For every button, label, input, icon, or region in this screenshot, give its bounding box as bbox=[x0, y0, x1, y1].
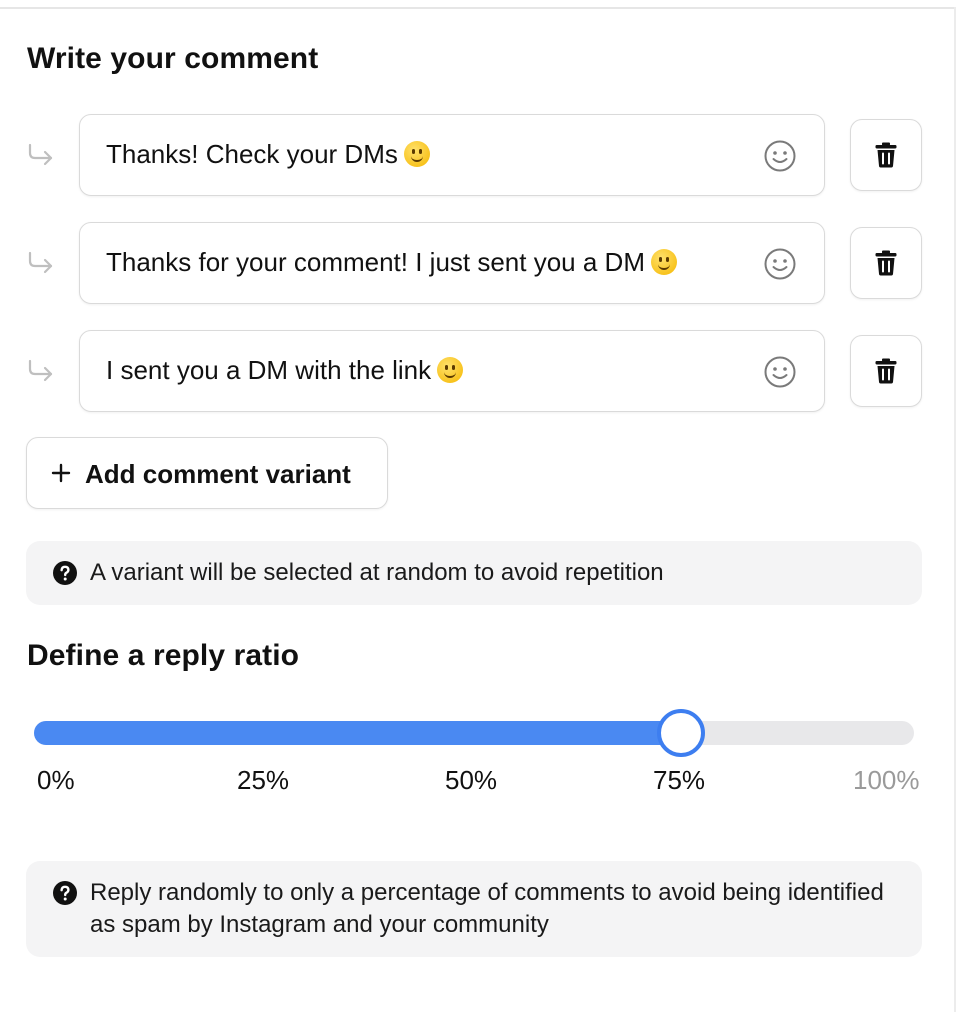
comment-variant-row: Thanks for your comment! I just sent you… bbox=[0, 222, 958, 306]
comment-variant-text: I sent you a DM with the link bbox=[106, 355, 432, 385]
trash-icon bbox=[875, 142, 897, 168]
comment-variant-input[interactable]: Thanks for your comment! I just sent you… bbox=[79, 222, 825, 304]
add-comment-variant-label: Add comment variant bbox=[85, 459, 351, 489]
slider-thumb[interactable] bbox=[657, 709, 705, 757]
reply-ratio-slider[interactable] bbox=[34, 709, 914, 757]
trash-icon bbox=[875, 250, 897, 276]
question-circle-icon bbox=[53, 561, 77, 585]
delete-variant-button[interactable] bbox=[850, 227, 922, 299]
delete-variant-button[interactable] bbox=[850, 335, 922, 407]
smiling-face-emoji-icon bbox=[403, 141, 430, 167]
top-divider bbox=[0, 7, 956, 9]
ratio-tick-label: 100% bbox=[853, 765, 920, 795]
plus-icon bbox=[51, 463, 71, 483]
question-circle-icon bbox=[53, 881, 77, 905]
comment-variant-row: Thanks! Check your DMs bbox=[0, 114, 958, 198]
comment-variant-content: Thanks! Check your DMs bbox=[106, 139, 430, 170]
ratio-tick-label: 75% bbox=[653, 765, 706, 795]
variant-info-text: A variant will be selected at random to … bbox=[90, 559, 664, 586]
add-comment-variant-button[interactable]: Add comment variant bbox=[26, 437, 388, 509]
trash-icon bbox=[875, 358, 897, 384]
reply-arrow-icon bbox=[28, 251, 53, 274]
comment-variant-content: I sent you a DM with the link bbox=[106, 355, 464, 386]
emoji-picker-smiley-icon[interactable] bbox=[763, 355, 797, 389]
slider-fill bbox=[34, 721, 681, 745]
write-comment-title: Write your comment bbox=[27, 42, 319, 75]
ratio-info-text: Reply randomly to only a percentage of c… bbox=[90, 879, 884, 938]
comment-variant-content: Thanks for your comment! I just sent you… bbox=[106, 247, 677, 278]
smiling-face-emoji-icon bbox=[650, 249, 677, 275]
reply-arrow-icon bbox=[28, 143, 53, 166]
emoji-picker-smiley-icon[interactable] bbox=[763, 247, 797, 281]
emoji-picker-smiley-icon[interactable] bbox=[763, 139, 797, 173]
reply-ratio-title: Define a reply ratio bbox=[27, 639, 300, 672]
comment-settings-panel: Write your comment Thanks! Check your DM… bbox=[0, 0, 958, 1012]
reply-arrow-icon bbox=[28, 359, 53, 382]
variant-info-notice: A variant will be selected at random to … bbox=[26, 541, 922, 605]
ratio-tick-label: 25% bbox=[237, 765, 290, 795]
smiling-face-emoji-icon bbox=[437, 357, 464, 383]
comment-variant-row: I sent you a DM with the link bbox=[0, 330, 958, 414]
ratio-info-notice: Reply randomly to only a percentage of c… bbox=[26, 861, 922, 957]
comment-variant-text: Thanks for your comment! I just sent you… bbox=[106, 247, 645, 277]
comment-variant-input[interactable]: Thanks! Check your DMs bbox=[79, 114, 825, 196]
ratio-tick-label: 50% bbox=[445, 765, 498, 795]
ratio-tick-label: 0% bbox=[37, 765, 75, 795]
comment-variant-input[interactable]: I sent you a DM with the link bbox=[79, 330, 825, 412]
comment-variant-text: Thanks! Check your DMs bbox=[106, 139, 398, 169]
delete-variant-button[interactable] bbox=[850, 119, 922, 191]
